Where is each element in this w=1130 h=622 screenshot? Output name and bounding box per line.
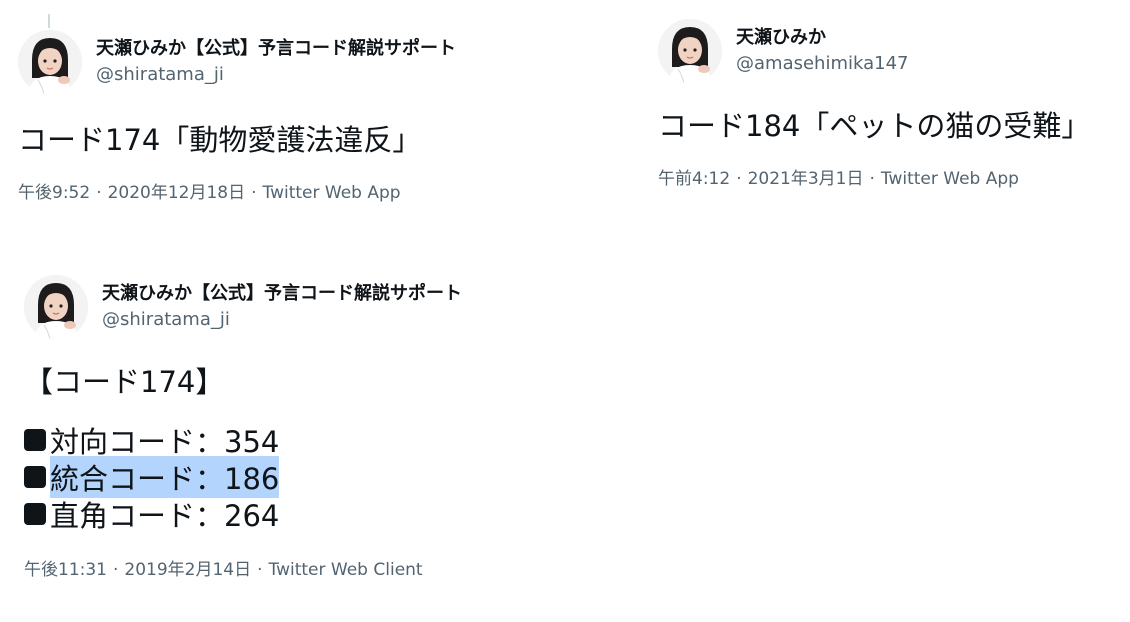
avatar[interactable] [18, 30, 82, 94]
thread-connector-line [48, 14, 50, 28]
tweet-time[interactable]: 午後11:31 [24, 560, 107, 580]
black-square-icon [24, 465, 46, 488]
code-line: 対向コード：354 [24, 421, 462, 459]
tweet-client[interactable]: Twitter Web App [263, 183, 401, 203]
tweet-client[interactable]: Twitter Web App [881, 169, 1019, 189]
code-title: 【コード174】 [24, 365, 225, 399]
black-square-icon [24, 502, 46, 525]
tweet-1: 天瀬ひみか【公式】予言コード解説サポート @shiratama_ji コード17… [18, 14, 456, 203]
tweet-meta: 午前4:12 · 2021年3月1日 · Twitter Web App [658, 169, 1019, 189]
selected-text: 統合コード：186 [50, 455, 280, 498]
tweet-meta: 午後11:31 · 2019年2月14日 · Twitter Web Client [24, 560, 423, 580]
tweet-date[interactable]: 2020年12月18日 [108, 183, 246, 203]
tweet-text: コード184「ペットの猫の受難」 [658, 109, 1091, 143]
black-square-icon [24, 428, 46, 451]
display-name[interactable]: 天瀬ひみか【公式】予言コード解説サポート [96, 38, 456, 61]
avatar[interactable] [24, 275, 88, 339]
code-line: 直角コード：264 [24, 495, 462, 533]
tweet-time[interactable]: 午前4:12 [658, 169, 730, 189]
tweet-2: 天瀬ひみか @amasehimika147 コード184「ペットの猫の受難」 午… [658, 19, 1090, 189]
code-line: 統合コード：186 [24, 455, 462, 498]
tweet-meta: 午後9:52 · 2020年12月18日 · Twitter Web App [18, 183, 401, 203]
tweet-date[interactable]: 2019年2月14日 [124, 560, 251, 580]
tweet-time[interactable]: 午後9:52 [18, 183, 90, 203]
user-handle[interactable]: @shiratama_ji [102, 309, 462, 332]
tweet-date[interactable]: 2021年3月1日 [748, 169, 864, 189]
display-name[interactable]: 天瀬ひみか [736, 27, 909, 50]
tweet-text: コード174「動物愛護法違反」 [18, 123, 422, 157]
tweet-text: 【コード174】 対向コード：354 統合コード：186 直角コード：264 [24, 359, 462, 533]
tweet-3: 天瀬ひみか【公式】予言コード解説サポート @shiratama_ji 【コード1… [24, 275, 462, 580]
user-handle[interactable]: @shiratama_ji [96, 64, 456, 87]
tweet-client[interactable]: Twitter Web Client [269, 560, 423, 580]
avatar[interactable] [658, 19, 722, 83]
user-handle[interactable]: @amasehimika147 [736, 53, 909, 76]
display-name[interactable]: 天瀬ひみか【公式】予言コード解説サポート [102, 283, 462, 306]
